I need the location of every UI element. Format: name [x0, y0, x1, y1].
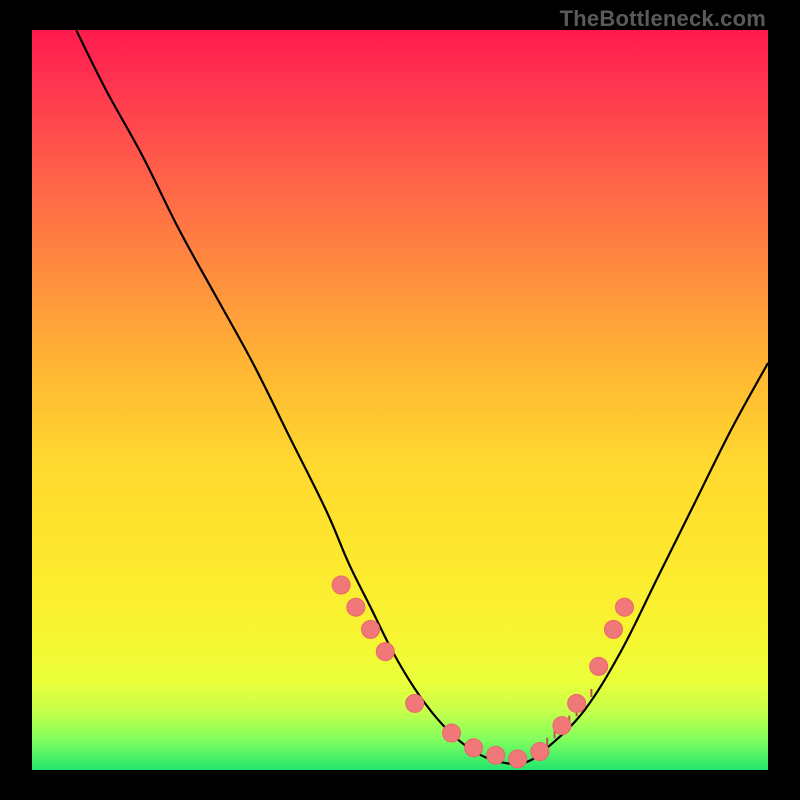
- highlight-dots: [332, 576, 633, 768]
- watermark-text: TheBottleneck.com: [560, 6, 766, 32]
- highlight-dot: [509, 750, 527, 768]
- highlight-dot: [376, 643, 394, 661]
- bottleneck-svg: [32, 30, 768, 770]
- highlight-dot: [615, 598, 633, 616]
- highlight-dot: [553, 717, 571, 735]
- highlight-dot: [568, 694, 586, 712]
- highlight-dot: [362, 620, 380, 638]
- chart-frame: TheBottleneck.com: [0, 0, 800, 800]
- highlight-dot: [406, 694, 424, 712]
- highlight-dot: [590, 657, 608, 675]
- bottleneck-curve: [76, 30, 768, 764]
- highlight-dot: [347, 598, 365, 616]
- highlight-dot: [531, 743, 549, 761]
- highlight-dot: [487, 746, 505, 764]
- highlight-dot: [332, 576, 350, 594]
- highlight-dot: [465, 739, 483, 757]
- highlight-dot: [604, 620, 622, 638]
- highlight-dot: [443, 724, 461, 742]
- plot-area: [32, 30, 768, 770]
